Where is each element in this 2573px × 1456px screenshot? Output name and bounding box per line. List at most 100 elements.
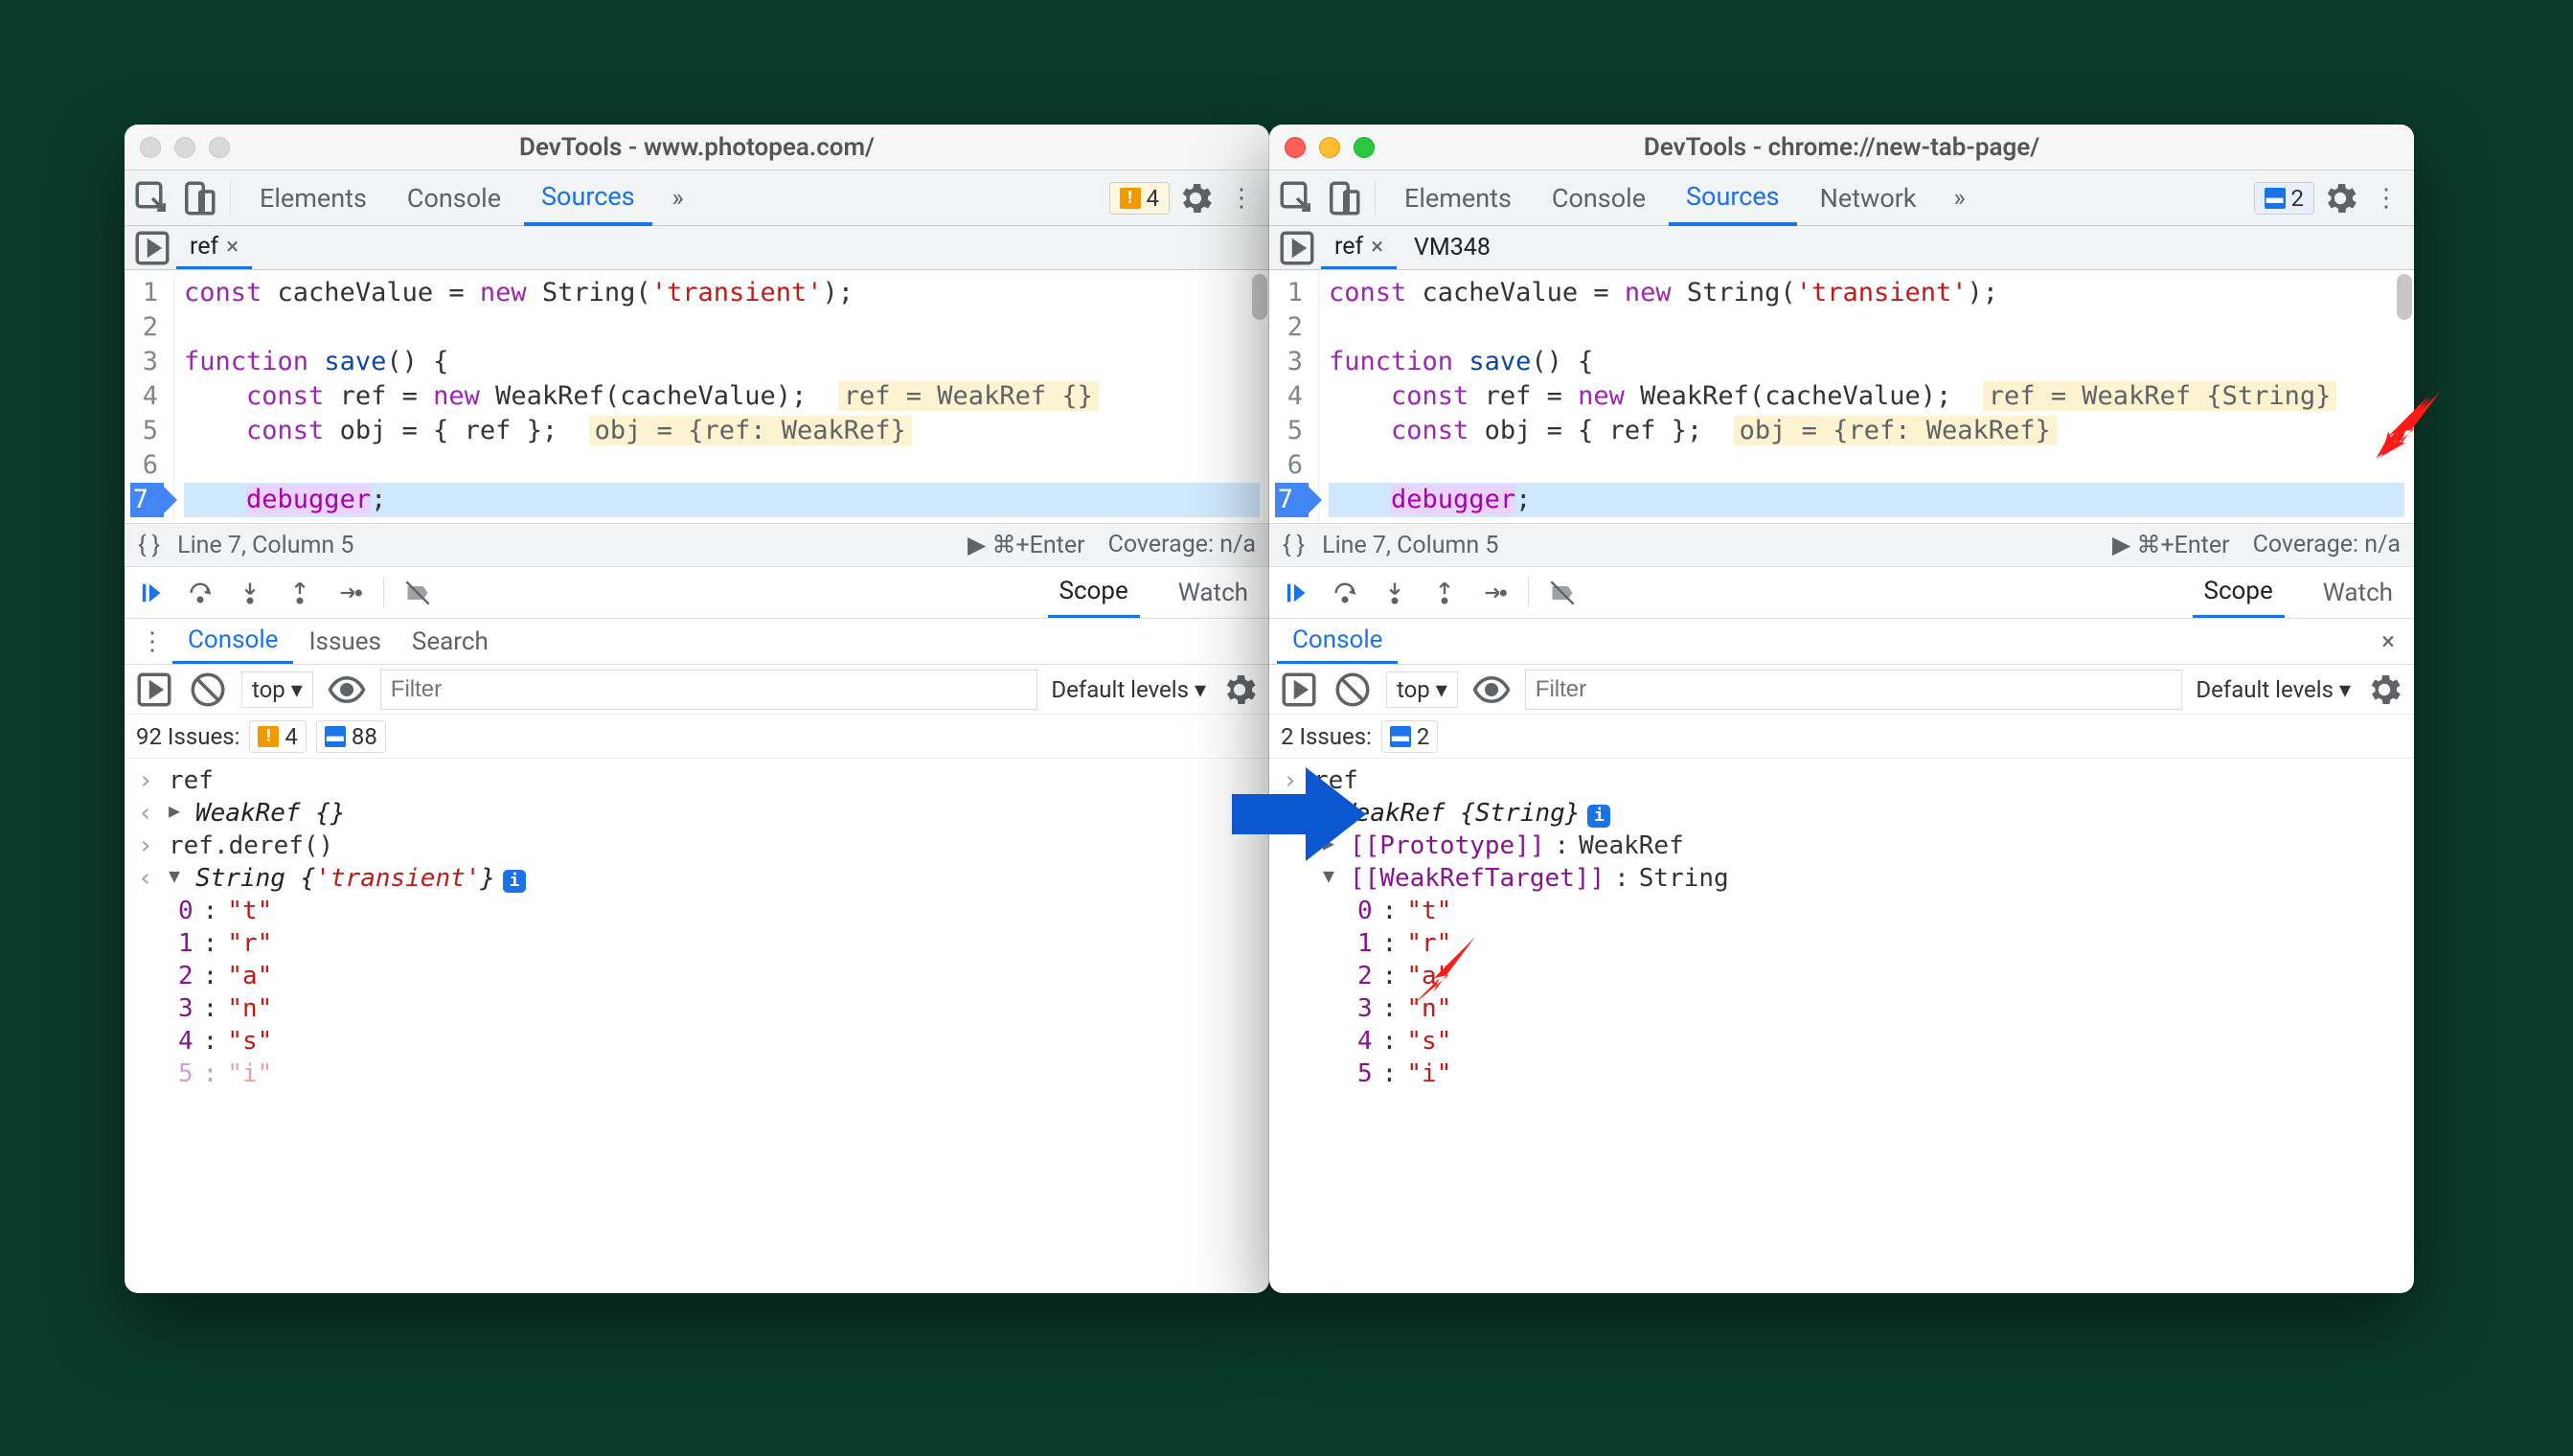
file-tab-ref[interactable]: ref×: [1321, 226, 1397, 269]
traffic-close-icon[interactable]: [1285, 137, 1306, 158]
annotation-arrow-red-icon: [1406, 937, 1475, 1006]
step-icon[interactable]: [1478, 577, 1511, 609]
editor-footer: { } Line 7, Column 5 ▶ ⌘+Enter Coverage:…: [1269, 523, 2414, 567]
file-tab-ref[interactable]: ref×: [176, 226, 252, 269]
filter-input[interactable]: [380, 670, 1038, 710]
more-tabs-icon[interactable]: »: [658, 178, 698, 218]
coverage-label: Coverage: n/a: [2253, 531, 2401, 559]
issues-info-pill[interactable]: ▬88: [316, 720, 386, 753]
panel-tabs: Elements Console Sources Network » ▬2 ⋮: [1269, 171, 2414, 226]
drawer-tabs: Console ×: [1269, 619, 2414, 665]
live-expression-icon[interactable]: [1471, 670, 1512, 710]
settings-gear-icon[interactable]: [1175, 178, 1216, 218]
drawer-tab-issues[interactable]: Issues: [293, 619, 396, 664]
step-out-icon[interactable]: [1428, 577, 1461, 609]
run-snippet-icon[interactable]: [1277, 228, 1317, 268]
inspect-icon[interactable]: [1277, 178, 1317, 218]
console-output[interactable]: ref▼WeakRef {String}i▶[[Prototype]]: Wea…: [1269, 759, 2414, 1096]
tab-network[interactable]: Network: [1803, 171, 1934, 225]
issues-count: 4: [1147, 185, 1160, 212]
resume-icon[interactable]: [1279, 577, 1311, 609]
file-tab-vm[interactable]: VM348: [1400, 226, 1504, 269]
drawer-tab-console[interactable]: Console: [172, 619, 293, 664]
braces-icon[interactable]: { }: [138, 532, 160, 559]
code-editor[interactable]: 1234567const cacheValue = new String('tr…: [1269, 270, 2414, 523]
issues-text: 2 Issues:: [1281, 723, 1372, 750]
devtools-window-right: DevTools - chrome://new-tab-page/ Elemen…: [1269, 125, 2414, 1293]
context-select[interactable]: top ▾: [1386, 671, 1458, 708]
tab-watch[interactable]: Watch: [2311, 567, 2404, 618]
close-drawer-icon[interactable]: ×: [2370, 627, 2406, 656]
log-levels-select[interactable]: Default levels ▾: [2196, 676, 2351, 703]
settings-gear-icon[interactable]: [2320, 178, 2360, 218]
inspect-icon[interactable]: [132, 178, 172, 218]
log-levels-select[interactable]: Default levels ▾: [1051, 676, 1206, 703]
issues-warn-pill[interactable]: !4: [249, 720, 307, 753]
run-icon[interactable]: [1279, 670, 1319, 710]
traffic-max-icon[interactable]: [209, 137, 230, 158]
drawer-tab-console[interactable]: Console: [1277, 619, 1398, 664]
window-title: DevTools - www.photopea.com/: [125, 133, 1269, 162]
issues-info-pill[interactable]: ▬2: [1381, 720, 1439, 753]
drawer-menu-icon[interactable]: ⋮: [132, 622, 172, 662]
issues-summary: 2 Issues: ▬2: [1269, 715, 2414, 759]
step-into-icon[interactable]: [234, 577, 266, 609]
editor-footer: { } Line 7, Column 5 ▶ ⌘+Enter Coverage:…: [125, 523, 1269, 567]
live-expression-icon[interactable]: [327, 670, 367, 710]
titlebar: DevTools - chrome://new-tab-page/: [1269, 125, 2414, 171]
console-settings-gear-icon[interactable]: [2364, 670, 2404, 710]
step-into-icon[interactable]: [1378, 577, 1411, 609]
traffic-min-icon[interactable]: [174, 137, 195, 158]
deactivate-breakpoints-icon[interactable]: [1546, 577, 1579, 609]
context-select[interactable]: top ▾: [241, 671, 313, 708]
console-settings-gear-icon[interactable]: [1219, 670, 1260, 710]
issues-badge[interactable]: !4: [1109, 182, 1171, 215]
clear-console-icon[interactable]: [188, 670, 228, 710]
run-icon[interactable]: [134, 670, 174, 710]
step-over-icon[interactable]: [184, 577, 216, 609]
kebab-menu-icon[interactable]: ⋮: [2366, 178, 2406, 218]
close-icon[interactable]: ×: [226, 233, 239, 260]
traffic-max-icon[interactable]: [1354, 137, 1375, 158]
device-icon[interactable]: [1323, 178, 1363, 218]
filter-input[interactable]: [1525, 670, 2183, 710]
tab-scope[interactable]: Scope: [1048, 567, 1140, 618]
coverage-label: Coverage: n/a: [1108, 531, 1256, 559]
step-icon[interactable]: [333, 577, 366, 609]
run-hint: ▶ ⌘+Enter: [968, 531, 1085, 559]
titlebar: DevTools - www.photopea.com/: [125, 125, 1269, 171]
debugger-toolbar: Scope Watch: [1269, 567, 2414, 619]
drawer-tab-search[interactable]: Search: [397, 619, 504, 664]
run-hint: ▶ ⌘+Enter: [2112, 531, 2230, 559]
device-icon[interactable]: [178, 178, 218, 218]
close-icon[interactable]: ×: [1371, 233, 1383, 260]
tab-sources[interactable]: Sources: [1669, 171, 1797, 226]
traffic-close-icon[interactable]: [140, 137, 161, 158]
code-editor[interactable]: 1234567const cacheValue = new String('tr…: [125, 270, 1269, 523]
issues-text: 92 Issues:: [136, 723, 239, 750]
annotation-arrow-red-icon: [2372, 391, 2441, 460]
step-over-icon[interactable]: [1329, 577, 1361, 609]
run-snippet-icon[interactable]: [132, 228, 172, 268]
resume-icon[interactable]: [134, 577, 167, 609]
traffic-min-icon[interactable]: [1319, 137, 1340, 158]
deactivate-breakpoints-icon[interactable]: [401, 577, 434, 609]
console-output[interactable]: ref▶WeakRef {}ref.deref()▼String {'trans…: [125, 759, 1269, 1096]
kebab-menu-icon[interactable]: ⋮: [1221, 178, 1262, 218]
braces-icon[interactable]: { }: [1283, 532, 1305, 559]
tab-scope[interactable]: Scope: [2193, 567, 2285, 618]
tab-elements[interactable]: Elements: [242, 171, 384, 225]
tab-watch[interactable]: Watch: [1167, 567, 1260, 618]
more-tabs-icon[interactable]: »: [1940, 178, 1980, 218]
tab-console[interactable]: Console: [1535, 171, 1663, 225]
issues-badge[interactable]: ▬2: [2254, 182, 2315, 215]
issues-summary: 92 Issues: !4 ▬88: [125, 715, 1269, 759]
clear-console-icon[interactable]: [1332, 670, 1373, 710]
scrollbar-vertical[interactable]: [1252, 272, 1267, 521]
tab-elements[interactable]: Elements: [1387, 171, 1529, 225]
tab-console[interactable]: Console: [390, 171, 518, 225]
drawer-tabs: ⋮ Console Issues Search: [125, 619, 1269, 665]
step-out-icon[interactable]: [284, 577, 316, 609]
tab-sources[interactable]: Sources: [524, 171, 652, 226]
file-tabs: ref× VM348: [1269, 226, 2414, 270]
